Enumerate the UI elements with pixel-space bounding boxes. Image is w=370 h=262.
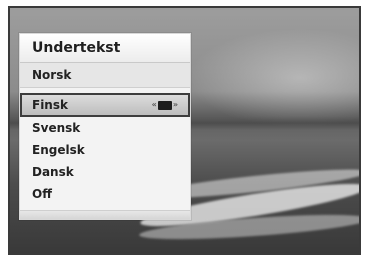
subtitle-option-off[interactable]: Off bbox=[20, 183, 190, 205]
subtitle-list: Finsk « » Svensk Engelsk Dansk Off bbox=[20, 88, 190, 205]
subtitle-box-icon bbox=[157, 100, 172, 110]
subtitle-icon: « » bbox=[152, 99, 178, 111]
subtitle-option-finsk[interactable]: Finsk « » bbox=[20, 93, 190, 117]
arrow-right-icon: » bbox=[172, 100, 178, 109]
option-label: Dansk bbox=[32, 165, 74, 179]
option-label: Engelsk bbox=[32, 143, 85, 157]
option-label: Off bbox=[32, 187, 52, 201]
subtitle-option-svensk[interactable]: Svensk bbox=[20, 117, 190, 139]
option-label: Finsk bbox=[32, 98, 68, 112]
menu-title: Undertekst bbox=[20, 34, 190, 63]
arrow-left-icon: « bbox=[151, 100, 157, 109]
option-label: Svensk bbox=[32, 121, 81, 135]
menu-footer bbox=[20, 210, 190, 219]
current-subtitle: Norsk bbox=[20, 63, 190, 88]
subtitle-option-dansk[interactable]: Dansk bbox=[20, 161, 190, 183]
subtitle-menu: Undertekst Norsk Finsk « » Svensk Engels… bbox=[19, 33, 191, 220]
subtitle-option-engelsk[interactable]: Engelsk bbox=[20, 139, 190, 161]
